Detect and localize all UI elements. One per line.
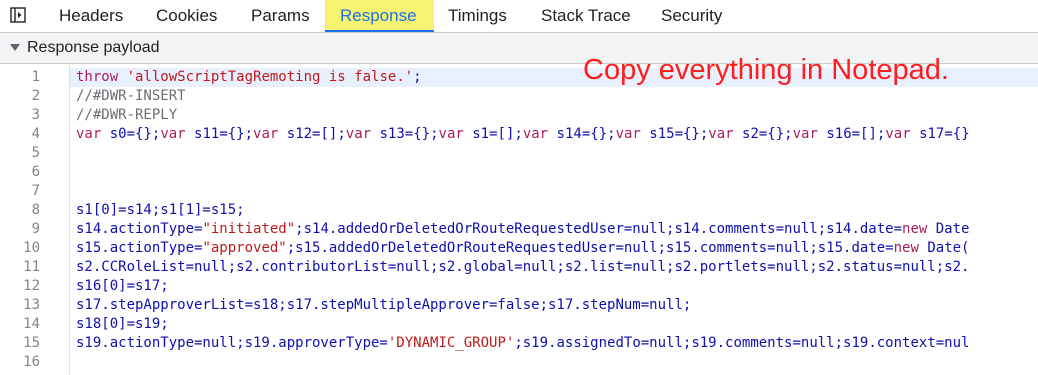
code-line: //#DWR-REPLY xyxy=(76,107,178,123)
line-number: 8 xyxy=(31,202,40,218)
line-number-gutter: 1 2 3 4 5 6 7 8 9 10 11 12 13 14 15 16 xyxy=(0,64,70,375)
code-line: s15.actionType="approved";s15.addedOrDel… xyxy=(76,240,970,256)
toggle-panel-icon[interactable] xyxy=(10,7,26,23)
line-number: 10 xyxy=(23,240,40,256)
tab-stack-trace[interactable]: Stack Trace xyxy=(528,0,646,32)
code-line: var s0={};var s11={};var s12=[];var s13=… xyxy=(76,126,970,142)
line-number: 11 xyxy=(23,259,40,275)
section-label: Response payload xyxy=(27,39,160,56)
code-line: s1[0]=s14;s1[1]=s15; xyxy=(76,202,245,218)
line-number: 13 xyxy=(23,297,40,313)
line-number: 1 xyxy=(31,69,40,85)
code-line: s17.stepApproverList=s18;s17.stepMultipl… xyxy=(76,297,692,313)
line-number: 16 xyxy=(23,354,40,370)
line-number: 5 xyxy=(31,145,40,161)
tab-timings[interactable]: Timings xyxy=(435,0,527,32)
line-number: 2 xyxy=(31,88,40,104)
code-line: s19.actionType=null;s19.approverType='DY… xyxy=(76,335,970,351)
line-number: 7 xyxy=(31,183,40,199)
code-viewer[interactable]: 1 2 3 4 5 6 7 8 9 10 11 12 13 14 15 16 throw 'allowScri… xyxy=(0,64,1038,375)
tab-params[interactable]: Params xyxy=(235,0,323,32)
annotation-text: Copy everything in Notepad. xyxy=(583,54,949,86)
caret-down-icon[interactable] xyxy=(10,44,20,51)
tab-headers[interactable]: Headers xyxy=(43,0,139,32)
line-number: 15 xyxy=(23,335,40,351)
line-number: 3 xyxy=(31,107,40,123)
tab-security[interactable]: Security xyxy=(647,0,747,32)
tab-response[interactable]: Response xyxy=(325,0,434,32)
code-line: s14.actionType="initiated";s14.addedOrDe… xyxy=(76,221,970,237)
line-number: 4 xyxy=(31,126,40,142)
code-line: //#DWR-INSERT xyxy=(76,88,186,104)
code-line: s16[0]=s17; xyxy=(76,278,169,294)
tab-cookies[interactable]: Cookies xyxy=(140,0,234,32)
devtools-tab-bar: Headers Cookies Params Response Timings … xyxy=(0,0,1038,33)
line-number: 9 xyxy=(31,221,40,237)
line-number: 6 xyxy=(31,164,40,180)
code-line: s2.CCRoleList=null;s2.contributorList=nu… xyxy=(76,259,970,275)
line-number: 12 xyxy=(23,278,40,294)
line-number: 14 xyxy=(23,316,40,332)
code-line: s18[0]=s19; xyxy=(76,316,169,332)
